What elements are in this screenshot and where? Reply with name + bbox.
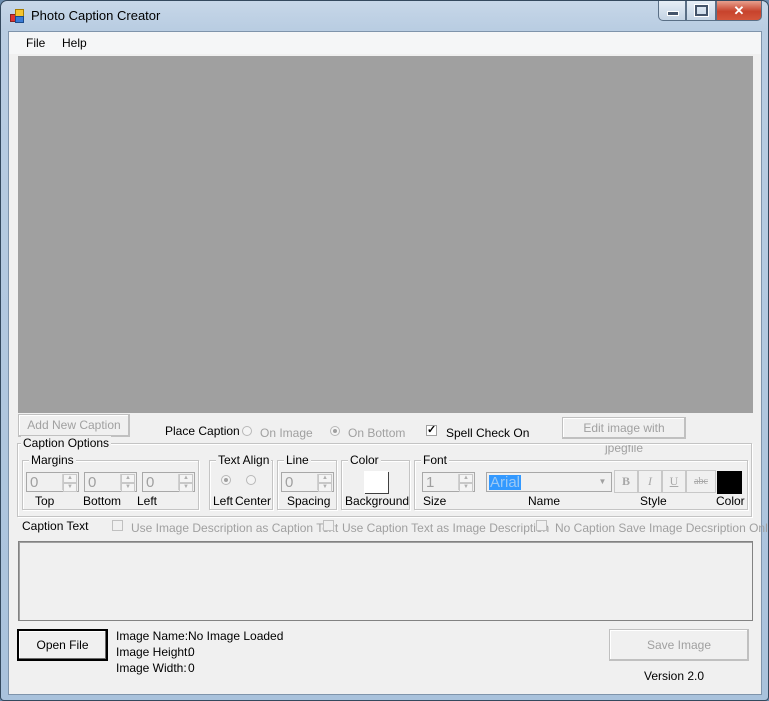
font-size-spinner[interactable]: 1 ▲ ▼	[422, 472, 475, 492]
on-image-label: On Image	[260, 426, 313, 440]
down-arrow-icon[interactable]: ▼	[459, 483, 473, 492]
close-button[interactable]: ✕	[716, 1, 762, 21]
down-arrow-icon[interactable]: ▼	[179, 483, 193, 492]
on-bottom-label: On Bottom	[348, 426, 406, 440]
open-file-button[interactable]: Open File	[17, 629, 108, 661]
place-caption-label: Place Caption	[165, 424, 240, 438]
up-arrow-icon[interactable]: ▲	[179, 474, 193, 483]
dropdown-arrow-icon[interactable]: ▼	[595, 474, 610, 490]
on-bottom-radio[interactable]	[330, 426, 340, 436]
font-title: Font	[421, 453, 450, 467]
checkmark-icon: ✓	[427, 424, 437, 436]
no-caption-label: No Caption Save Image Decsription Only.	[555, 521, 769, 535]
on-image-radio[interactable]	[242, 426, 252, 436]
margin-top-label: Top	[35, 494, 55, 508]
image-name-label: Image Name:	[116, 629, 189, 643]
font-group: Font 1 ▲ ▼ Size Arial ▼ Name B I U abc Styl…	[414, 453, 748, 510]
underline-button[interactable]: U	[662, 470, 686, 493]
spell-check-checkbox[interactable]: ✓	[426, 424, 437, 436]
minimize-button[interactable]	[658, 1, 686, 21]
close-icon: ✕	[733, 2, 745, 18]
image-name-value: No Image Loaded	[188, 629, 284, 643]
italic-button[interactable]: I	[638, 470, 662, 493]
font-style-label: Style	[640, 494, 667, 508]
version-label: Version 2.0	[644, 669, 705, 683]
color-group: Color Background	[341, 453, 410, 510]
font-color-label: Color	[716, 494, 745, 508]
align-left-label: Left	[213, 494, 234, 508]
caption-text-input[interactable]	[18, 541, 753, 621]
strikethrough-button[interactable]: abc	[686, 470, 716, 493]
down-arrow-icon[interactable]: ▼	[121, 483, 135, 492]
client-area: File Help Add New Caption Place Caption …	[8, 31, 768, 695]
menu-file[interactable]: File	[26, 36, 45, 50]
use-caption-as-description-checkbox[interactable]	[323, 520, 334, 531]
bold-button[interactable]: B	[614, 470, 638, 493]
font-color-swatch[interactable]	[717, 471, 742, 494]
image-height-value: 0	[188, 645, 195, 659]
line-group: Line 0 ▲ ▼ Spacing	[277, 453, 337, 510]
spell-check-label: Spell Check On	[446, 426, 530, 440]
minimize-icon	[667, 11, 679, 16]
align-center-label: Center	[235, 494, 272, 508]
up-arrow-icon[interactable]: ▲	[459, 474, 473, 483]
text-align-title: Text Align	[216, 453, 272, 467]
maximize-button[interactable]	[686, 1, 716, 21]
margin-bottom-label: Bottom	[83, 494, 122, 508]
image-preview	[18, 56, 753, 413]
margins-group: Margins 0 ▲ ▼ 0 ▲ ▼ 0 ▲ ▼ Top Bottom Left	[22, 453, 199, 510]
line-title: Line	[284, 453, 311, 467]
title-bar[interactable]: Photo Caption Creator ✕	[1, 1, 768, 31]
line-spacing-label: Spacing	[287, 494, 331, 508]
app-window: Photo Caption Creator ✕ File Help Add Ne…	[0, 0, 769, 701]
add-new-caption-button[interactable]: Add New Caption	[18, 414, 130, 437]
caption-options-group: Caption Options Margins 0 ▲ ▼ 0 ▲ ▼ 0 ▲ ▼ Top …	[17, 436, 752, 517]
menu-help[interactable]: Help	[62, 36, 87, 50]
up-arrow-icon[interactable]: ▲	[63, 474, 77, 483]
align-left-radio[interactable]	[221, 475, 231, 485]
down-arrow-icon[interactable]: ▼	[63, 483, 77, 492]
font-name-combo[interactable]: Arial ▼	[486, 472, 612, 492]
caption-text-label: Caption Text	[22, 519, 89, 533]
background-color-swatch[interactable]	[364, 471, 388, 493]
margin-left-spinner[interactable]: 0 ▲ ▼	[142, 472, 195, 492]
menu-bar: File Help	[9, 32, 761, 54]
margins-title: Margins	[29, 453, 76, 467]
font-name-label: Name	[528, 494, 561, 508]
margin-left-label: Left	[137, 494, 158, 508]
image-width-label: Image Width:	[116, 661, 187, 675]
line-spacing-spinner[interactable]: 0 ▲ ▼	[281, 472, 334, 492]
use-image-description-checkbox[interactable]	[112, 520, 123, 531]
no-caption-checkbox[interactable]	[536, 520, 547, 531]
maximize-icon	[695, 5, 708, 16]
background-color-label: Background	[345, 494, 410, 508]
image-width-value: 0	[188, 661, 195, 675]
margin-top-spinner[interactable]: 0 ▲ ▼	[26, 472, 79, 492]
align-center-radio[interactable]	[246, 475, 256, 485]
text-align-group: Text Align Left Center	[209, 453, 273, 510]
margin-bottom-spinner[interactable]: 0 ▲ ▼	[84, 472, 137, 492]
image-height-label: Image Height:	[116, 645, 191, 659]
app-icon	[10, 9, 24, 23]
up-arrow-icon[interactable]: ▲	[318, 474, 332, 483]
window-title: Photo Caption Creator	[31, 8, 161, 23]
use-image-description-label: Use Image Description as Caption Text	[131, 521, 339, 535]
use-caption-as-description-label: Use Caption Text as Image Description	[342, 521, 550, 535]
color-title: Color	[348, 453, 381, 467]
caption-options-title: Caption Options	[21, 436, 112, 450]
edit-with-jpegfile-button[interactable]: Edit image with jpegfile	[562, 417, 686, 455]
save-image-button[interactable]: Save Image	[609, 629, 749, 661]
down-arrow-icon[interactable]: ▼	[318, 483, 332, 492]
up-arrow-icon[interactable]: ▲	[121, 474, 135, 483]
font-size-label: Size	[423, 494, 447, 508]
